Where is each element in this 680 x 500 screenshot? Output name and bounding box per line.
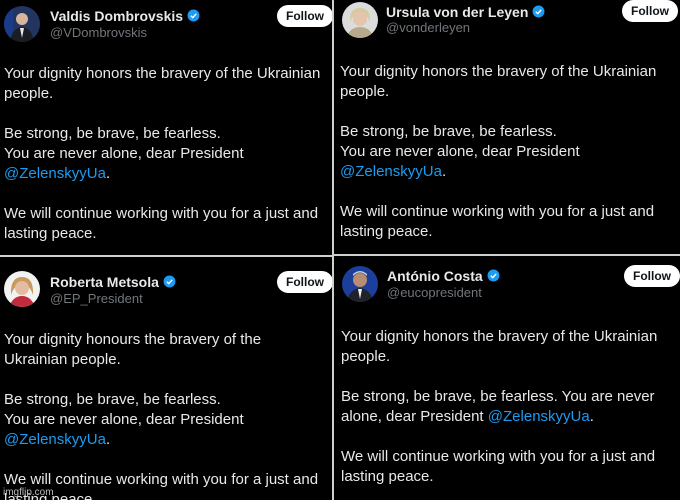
author-name[interactable]: Roberta Metsola	[50, 274, 176, 290]
punctuation: .	[589, 408, 594, 425]
watermark-text: imgflip.com	[3, 487, 54, 498]
avatar[interactable]	[342, 266, 378, 302]
post-line: Your dignity honors the bravery of the U…	[341, 328, 658, 365]
avatar[interactable]	[342, 2, 378, 38]
mention-link[interactable]: @ZelenskyyUa	[488, 408, 590, 425]
mention-link[interactable]: @ZelenskyyUa	[4, 165, 106, 182]
author-handle[interactable]: @VDombrovskis	[50, 25, 147, 40]
verified-badge-icon	[532, 5, 545, 18]
follow-button[interactable]: Follow	[277, 5, 332, 27]
follow-button[interactable]: Follow	[624, 265, 680, 287]
mention-link[interactable]: @ZelenskyyUa	[4, 431, 106, 448]
verified-badge-icon	[487, 269, 500, 282]
post-line: Your dignity honours the bravery of the …	[4, 331, 262, 368]
post-line: You are never alone, dear President	[4, 411, 244, 428]
post-card-von-der-leyen: Ursula von der Leyen @vonderleyen Follow…	[334, 0, 680, 254]
verified-badge-icon	[163, 275, 176, 288]
avatar[interactable]	[4, 6, 40, 42]
author-name[interactable]: António Costa	[387, 268, 500, 284]
post-text: Your dignity honours the bravery of the …	[4, 330, 326, 500]
author-name-text: Valdis Dombrovskis	[50, 8, 184, 24]
follow-button[interactable]: Follow	[622, 0, 678, 22]
post-text: Your dignity honors the bravery of the U…	[341, 327, 673, 487]
author-handle[interactable]: @EP_President	[50, 291, 143, 306]
mention-link[interactable]: @ZelenskyyUa	[340, 163, 442, 180]
post-line: We will continue working with you for a …	[341, 448, 656, 485]
post-line: We will continue working with you for a …	[4, 205, 319, 242]
post-card-costa: António Costa @eucopresident Follow Your…	[334, 256, 680, 500]
author-name[interactable]: Ursula von der Leyen	[386, 4, 545, 20]
author-handle[interactable]: @eucopresident	[387, 285, 482, 300]
author-name-text: Ursula von der Leyen	[386, 4, 529, 20]
post-line: Your dignity honors the bravery of the U…	[4, 65, 321, 102]
post-text: Your dignity honors the bravery of the U…	[340, 62, 674, 242]
author-name-text: Roberta Metsola	[50, 274, 159, 290]
punctuation: .	[441, 163, 447, 180]
post-line: Your dignity honors the bravery of the U…	[340, 63, 657, 100]
post-line: You are never alone, dear President	[340, 143, 580, 160]
author-handle[interactable]: @vonderleyen	[386, 20, 470, 35]
post-card-metsola: Roberta Metsola @EP_President Follow You…	[0, 257, 332, 500]
punctuation: .	[105, 431, 111, 448]
post-card-dombrovskis: Valdis Dombrovskis @VDombrovskis Follow …	[0, 0, 332, 255]
author-name-text: António Costa	[387, 268, 483, 284]
author-name[interactable]: Valdis Dombrovskis	[50, 8, 200, 24]
follow-button[interactable]: Follow	[277, 271, 332, 293]
punctuation: .	[105, 165, 111, 182]
post-line: Be strong, be brave, be fearless.	[4, 391, 221, 408]
post-line: We will continue working with you for a …	[340, 203, 655, 240]
post-text: Your dignity honors the bravery of the U…	[4, 64, 324, 244]
post-line: You are never alone, dear President	[4, 145, 244, 162]
verified-badge-icon	[187, 9, 200, 22]
avatar[interactable]	[4, 271, 40, 307]
post-line: Be strong, be brave, be fearless.	[4, 125, 221, 142]
post-line: Be strong, be brave, be fearless.	[340, 123, 557, 140]
